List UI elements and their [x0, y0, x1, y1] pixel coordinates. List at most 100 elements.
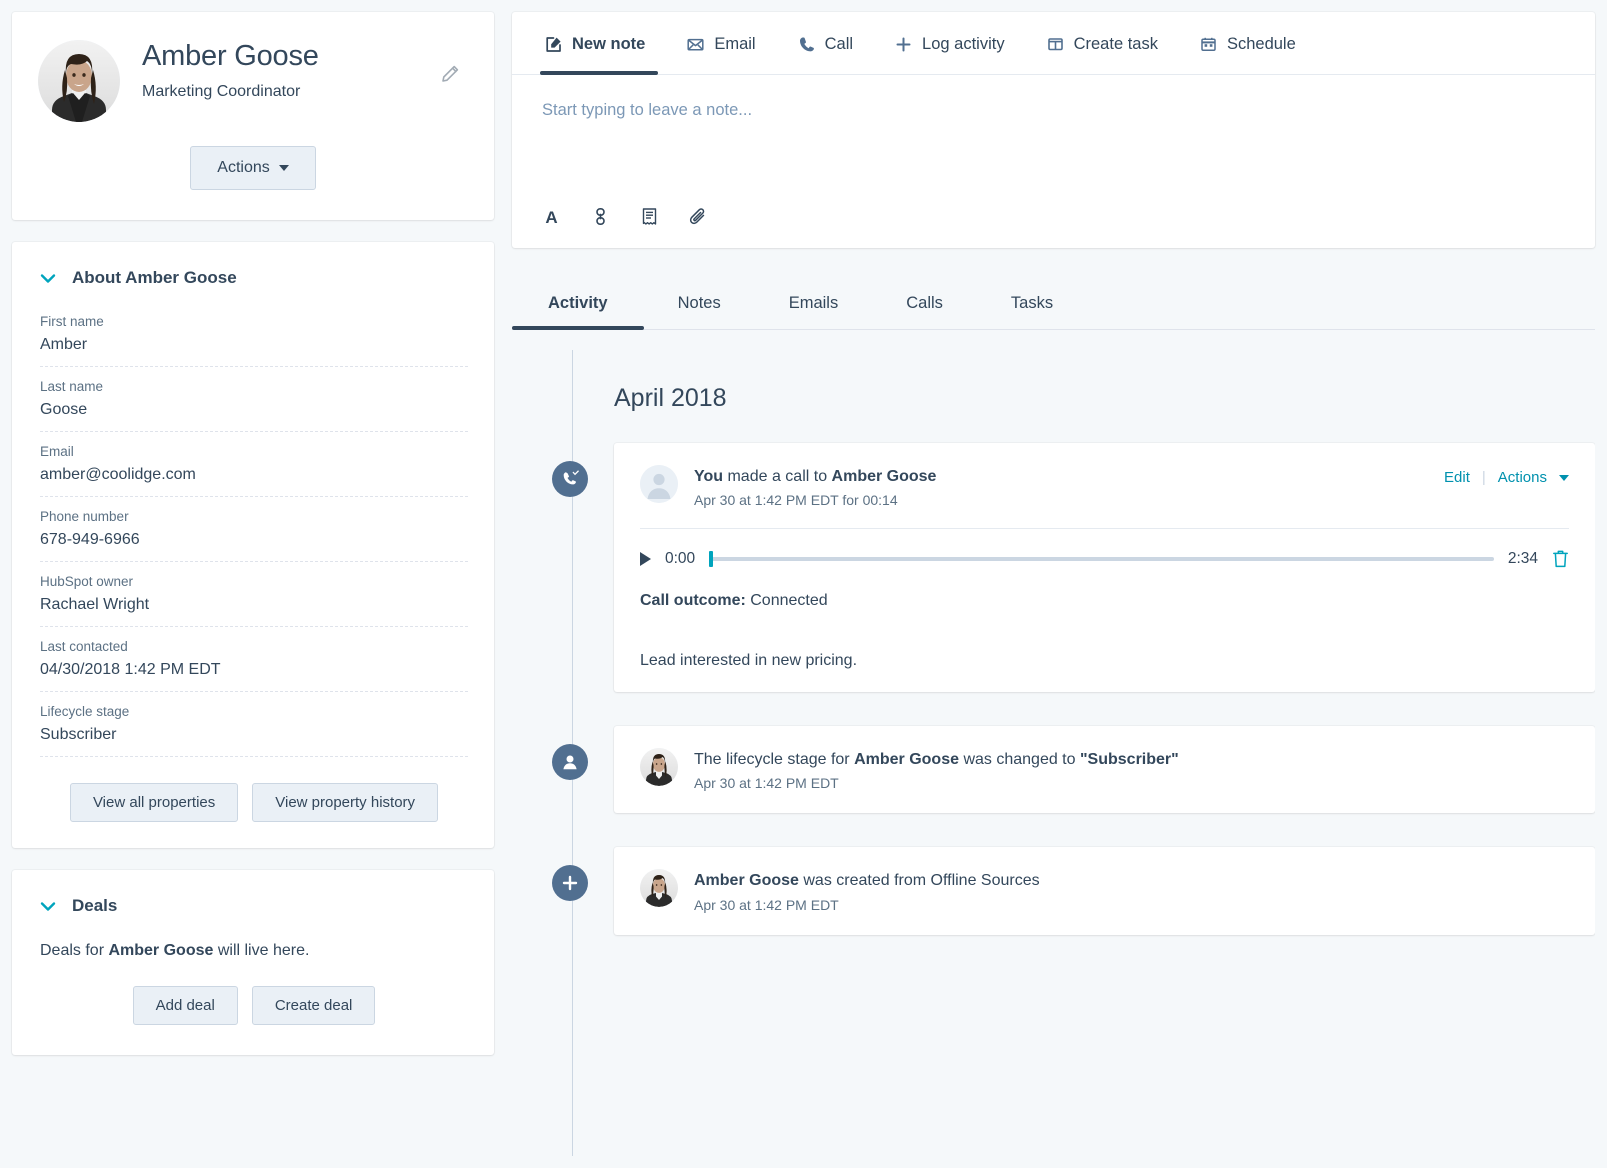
note-input-area[interactable]: Start typing to leave a note...: [512, 75, 1595, 199]
about-buttons: View all properties View property histor…: [40, 783, 468, 822]
call-activity-card: You made a call to Amber Goose Apr 30 at…: [614, 443, 1595, 693]
chevron-down-icon: [40, 901, 56, 912]
lifecycle-activity-card: The lifecycle stage for Amber Goose was …: [614, 726, 1595, 814]
font-format-icon[interactable]: A: [542, 207, 561, 226]
edit-link[interactable]: Edit: [1444, 469, 1470, 486]
plus-icon: [895, 36, 912, 53]
tab-tasks[interactable]: Tasks: [977, 276, 1087, 329]
tab-email[interactable]: Email: [666, 12, 776, 74]
avatar: [38, 40, 120, 122]
call-event-text: You made a call to Amber Goose Apr 30 at…: [694, 465, 1428, 508]
property-phone-number: Phone number 678-949-6966: [40, 509, 468, 562]
property-label: First name: [40, 314, 104, 329]
property-value[interactable]: 678-949-6966: [40, 531, 468, 549]
avatar: [640, 748, 678, 787]
tab-notes[interactable]: Notes: [644, 276, 755, 329]
property-value[interactable]: 04/30/2018 1:42 PM EDT: [40, 661, 468, 679]
property-last-contacted: Last contacted 04/30/2018 1:42 PM EDT: [40, 639, 468, 692]
note-edit-icon: [545, 36, 562, 53]
call-outcome-label: Call outcome:: [640, 592, 746, 610]
tab-label: Notes: [677, 294, 721, 312]
tab-schedule[interactable]: Schedule: [1179, 12, 1317, 74]
trash-icon[interactable]: [1552, 549, 1569, 568]
call-outcome-value: Connected: [750, 592, 828, 610]
chevron-down-icon: [40, 273, 56, 284]
property-label: HubSpot owner: [40, 574, 134, 589]
tab-call[interactable]: Call: [777, 12, 874, 74]
svg-text:A: A: [545, 208, 557, 226]
lifecycle-event-header: The lifecycle stage for Amber Goose was …: [640, 748, 1569, 791]
event-verb: made a call to: [723, 468, 832, 485]
event-contact: Amber Goose: [831, 468, 937, 485]
activity-timeline: April 2018 You made a call to Amber Goos…: [512, 350, 1595, 1156]
deals-empty-prefix: Deals for: [40, 942, 109, 959]
tab-emails[interactable]: Emails: [755, 276, 873, 329]
view-all-properties-button[interactable]: View all properties: [69, 783, 239, 822]
snippet-icon[interactable]: [640, 207, 659, 226]
deals-empty-state: Deals for Amber Goose will live here.: [40, 942, 468, 960]
call-event-header: You made a call to Amber Goose Apr 30 at…: [640, 465, 1569, 508]
property-value[interactable]: Amber: [40, 336, 468, 354]
link-icon[interactable]: [591, 207, 610, 226]
task-board-icon: [1047, 36, 1064, 53]
tab-label: New note: [572, 35, 646, 53]
contact-actions-row: Actions: [38, 146, 468, 190]
event-verb: was changed to: [959, 751, 1080, 769]
create-deal-button[interactable]: Create deal: [251, 986, 376, 1025]
view-property-history-button[interactable]: View property history: [252, 783, 439, 822]
property-first-name: First name Amber: [40, 314, 468, 367]
actions-button-label: Actions: [217, 159, 270, 176]
activity-composer: New note Email Call Log activity Create …: [512, 12, 1595, 248]
person-icon: [552, 744, 588, 781]
call-recording-player: 0:00 2:34: [640, 529, 1569, 568]
deals-section-header[interactable]: Deals: [40, 896, 468, 916]
tab-label: Calls: [906, 294, 943, 312]
timeline-month-heading: April 2018: [614, 384, 727, 412]
player-total-time: 2:34: [1507, 549, 1538, 567]
property-label: Email: [40, 444, 74, 459]
event-timestamp: Apr 30 at 1:42 PM EDT: [694, 896, 839, 913]
main-panel: New note Email Call Log activity Create …: [512, 12, 1595, 1156]
property-label: Last name: [40, 379, 104, 394]
divider: |: [1481, 469, 1486, 486]
tab-new-note[interactable]: New note: [540, 12, 666, 75]
add-deal-button[interactable]: Add deal: [132, 986, 238, 1025]
event-timestamp: Apr 30 at 1:42 PM EDT: [694, 775, 839, 792]
play-icon[interactable]: [640, 551, 651, 566]
plus-icon: [552, 865, 588, 902]
call-outcome: Call outcome: Connected: [640, 592, 1569, 610]
actions-menu-link[interactable]: Actions: [1498, 469, 1547, 486]
tab-activity[interactable]: Activity: [512, 276, 644, 330]
created-event-header: Amber Goose was created from Offline Sou…: [640, 869, 1569, 913]
note-placeholder: Start typing to leave a note...: [542, 101, 753, 119]
avatar: [640, 465, 678, 503]
tab-create-task[interactable]: Create task: [1026, 12, 1179, 74]
property-value[interactable]: Subscriber: [40, 726, 468, 744]
player-progress-track[interactable]: [709, 550, 1494, 567]
property-value[interactable]: Goose: [40, 401, 468, 419]
timeline-item-lifecycle: The lifecycle stage for Amber Goose was …: [552, 726, 1595, 814]
event-actor: You: [694, 468, 724, 485]
tab-label: Call: [824, 35, 854, 53]
tab-log-activity[interactable]: Log activity: [874, 12, 1026, 74]
property-value[interactable]: amber@coolidge.com: [40, 466, 468, 484]
tab-label: Create task: [1073, 35, 1158, 53]
tab-calls[interactable]: Calls: [872, 276, 977, 329]
property-hubspot-owner: HubSpot owner Rachael Wright: [40, 574, 468, 627]
property-value[interactable]: Rachael Wright: [40, 596, 468, 614]
event-new-value: "Subscriber": [1079, 751, 1179, 769]
avatar: [640, 869, 678, 908]
attachment-icon[interactable]: [689, 207, 708, 226]
envelope-icon: [687, 36, 704, 53]
deals-buttons: Add deal Create deal: [40, 986, 468, 1025]
page-title: Amber Goose: [142, 40, 319, 72]
actions-button[interactable]: Actions: [190, 146, 316, 190]
player-progress-knob[interactable]: [709, 550, 714, 567]
about-title: About Amber Goose: [72, 268, 237, 287]
tab-label: Schedule: [1226, 35, 1296, 53]
pencil-icon[interactable]: [440, 64, 460, 84]
about-section-header[interactable]: About Amber Goose: [40, 268, 468, 288]
deals-empty-contact: Amber Goose: [108, 942, 214, 959]
deals-card: Deals Deals for Amber Goose will live he…: [12, 870, 494, 1055]
deals-empty-suffix: will live here.: [213, 942, 310, 959]
